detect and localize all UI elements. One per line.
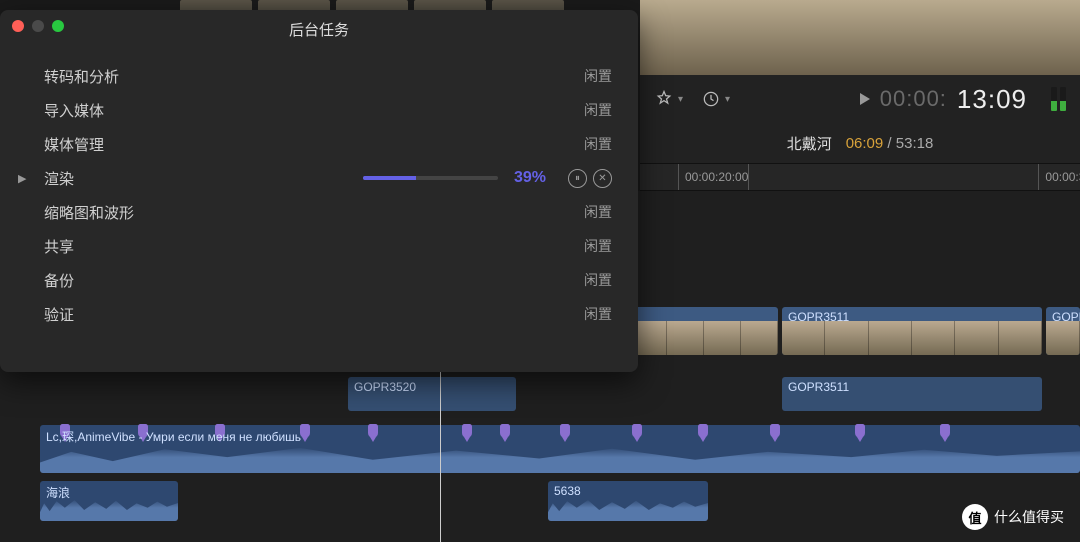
effects-tool[interactable]: ▾ — [654, 89, 683, 109]
task-name: 渲染 — [44, 168, 74, 189]
clip-label: GOPR3520 — [354, 380, 416, 394]
caret-down-icon: ▾ — [725, 94, 730, 105]
retiming-tool[interactable]: ▾ — [701, 89, 730, 109]
clip-label: 5638 — [554, 484, 581, 498]
ruler-mark: 00:00:20:00 — [685, 170, 748, 184]
task-name: 转码和分析 — [44, 66, 119, 87]
marker[interactable] — [698, 424, 708, 438]
clip-label: GOPR3511 — [788, 380, 849, 394]
zoom-window-icon[interactable] — [52, 20, 64, 32]
cancel-button[interactable]: ✕ — [593, 169, 612, 188]
background-tasks-panel: 后台任务 转码和分析 闲置 导入媒体 闲置 媒体管理 闲置 ▶ 渲染 39% ⏸… — [0, 10, 638, 372]
marker[interactable] — [462, 424, 472, 438]
pause-button[interactable]: ⏸ — [568, 169, 587, 188]
expand-icon[interactable]: ▶ — [18, 172, 26, 185]
project-current-time: 06:09 — [846, 135, 884, 152]
task-row-transcode[interactable]: 转码和分析 闲置 — [0, 59, 638, 93]
task-name: 验证 — [44, 304, 74, 325]
panel-title: 后台任务 — [0, 10, 638, 49]
connected-track: GOPR3520 GOPR3511 — [0, 377, 1080, 411]
project-info: 北戴河 06:09 / 53:18 — [640, 123, 1080, 163]
marker[interactable] — [940, 424, 950, 438]
marker[interactable] — [500, 424, 510, 438]
progress-percent: 39% — [514, 169, 546, 187]
task-status: 闲置 — [584, 66, 612, 86]
play-icon[interactable] — [860, 93, 870, 105]
task-status: 闲置 — [584, 270, 612, 290]
task-status: 闲置 — [584, 134, 612, 154]
ruler-mark: 00:00:30:00 — [1045, 170, 1080, 184]
video-clip[interactable] — [630, 307, 778, 355]
audio-meters — [1051, 87, 1066, 111]
task-row-thumbnails[interactable]: 缩略图和波形 闲置 — [0, 195, 638, 229]
timeline-ruler[interactable]: 00:00:20:00 00:00:30:00 — [640, 163, 1080, 191]
clip-label: GOPR3511 — [788, 310, 849, 324]
task-status: 闲置 — [584, 202, 612, 222]
watermark-text: 什么值得买 — [994, 507, 1064, 527]
video-clip[interactable]: GOPR3511 — [1046, 307, 1080, 355]
project-name: 北戴河 — [787, 133, 832, 154]
marker[interactable] — [855, 424, 865, 438]
project-sep: / — [883, 135, 896, 152]
watermark: 值 什么值得买 — [962, 504, 1064, 530]
task-name: 媒体管理 — [44, 134, 104, 155]
task-row-verify[interactable]: 验证 闲置 — [0, 297, 638, 331]
video-clip[interactable]: GOPR3511 — [782, 307, 1042, 355]
task-row-backup[interactable]: 备份 闲置 — [0, 263, 638, 297]
task-name: 共享 — [44, 236, 74, 257]
task-status: 闲置 — [584, 100, 612, 120]
sfx-clip[interactable]: 5638 — [548, 481, 708, 521]
caret-down-icon: ▾ — [678, 94, 683, 105]
timecode-prefix: 00:00: — [880, 86, 947, 112]
task-row-media-mgmt[interactable]: 媒体管理 闲置 — [0, 127, 638, 161]
timecode-display: 00:00: 13:09 — [860, 84, 1066, 115]
close-window-icon[interactable] — [12, 20, 24, 32]
minimize-window-icon[interactable] — [32, 20, 44, 32]
task-row-share[interactable]: 共享 闲置 — [0, 229, 638, 263]
task-name: 缩略图和波形 — [44, 202, 134, 223]
marker[interactable] — [300, 424, 310, 438]
marker[interactable] — [632, 424, 642, 438]
task-status: 闲置 — [584, 304, 612, 324]
marker[interactable] — [368, 424, 378, 438]
project-total-time: 53:18 — [896, 135, 934, 152]
music-track: Lc,琛,AnimeVibe - Умри если меня не любиш… — [0, 425, 1080, 473]
viewer — [640, 0, 1080, 75]
sfx-clip[interactable]: 海浪 — [40, 481, 178, 521]
toolbar: ▾ ▾ 00:00: 13:09 — [640, 75, 1080, 123]
task-name: 导入媒体 — [44, 100, 104, 121]
clip-label: GOPR3511 — [1052, 310, 1080, 324]
connected-clip[interactable]: GOPR3520 — [348, 377, 516, 411]
clip-label: 海浪 — [46, 484, 70, 501]
sfx-track: 海浪 5638 — [0, 481, 1080, 521]
task-status: 闲置 — [584, 236, 612, 256]
task-name: 备份 — [44, 270, 74, 291]
marker[interactable] — [770, 424, 780, 438]
window-controls — [12, 20, 64, 32]
marker[interactable] — [560, 424, 570, 438]
watermark-badge: 值 — [962, 504, 988, 530]
timecode-main: 13:09 — [957, 84, 1027, 115]
task-row-import[interactable]: 导入媒体 闲置 — [0, 93, 638, 127]
task-row-render[interactable]: ▶ 渲染 39% ⏸ ✕ — [0, 161, 638, 195]
clip-label: Lc,琛,AnimeVibe - Умри если меня не любиш… — [46, 428, 301, 445]
task-list: 转码和分析 闲置 导入媒体 闲置 媒体管理 闲置 ▶ 渲染 39% ⏸ ✕ 缩略… — [0, 49, 638, 341]
progress-bar — [363, 176, 498, 180]
connected-clip[interactable]: GOPR3511 — [782, 377, 1042, 411]
